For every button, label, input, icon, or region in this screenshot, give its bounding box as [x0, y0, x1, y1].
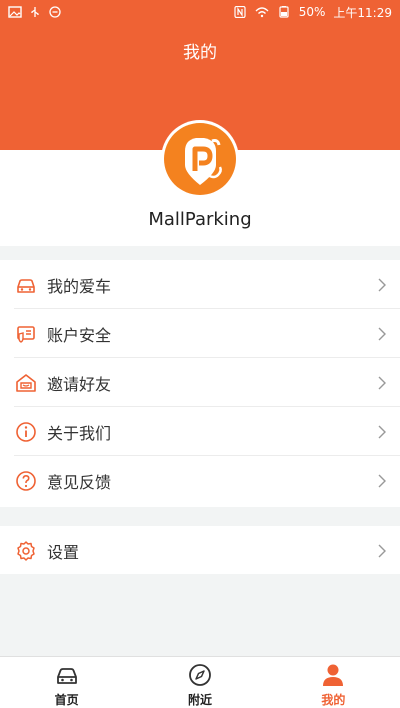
menu-label: 设置: [47, 542, 80, 562]
menu-item-about-us[interactable]: 关于我们: [0, 407, 400, 456]
nav-item-mine[interactable]: 我的: [267, 657, 400, 708]
chevron-right-icon: [378, 278, 386, 291]
nav-item-home[interactable]: 首页: [0, 657, 133, 708]
settings-group: 设置: [0, 526, 400, 574]
menu-label: 账户安全: [47, 325, 112, 345]
status-right: 50% 上午11:29: [233, 4, 392, 21]
status-left: [8, 6, 62, 18]
nfc-icon: [234, 6, 246, 18]
nav-label: 我的: [321, 693, 346, 707]
menu-item-feedback[interactable]: 意见反馈: [0, 456, 400, 505]
menu-label: 邀请好友: [47, 374, 112, 394]
wifi-icon: [255, 7, 269, 18]
clock: 上午11:29: [333, 5, 392, 20]
battery-percent: 50%: [298, 5, 326, 19]
menu-label: 意见反馈: [47, 472, 112, 492]
question-icon: [16, 470, 36, 491]
chevron-right-icon: [378, 425, 386, 438]
page-title: 我的: [183, 43, 217, 63]
gear-icon: [17, 540, 35, 561]
battery-icon: [279, 6, 289, 18]
car-icon: [17, 278, 35, 293]
menu-item-settings[interactable]: 设置: [0, 526, 400, 575]
menu-label: 我的爱车: [47, 276, 112, 296]
avatar[interactable]: [161, 120, 239, 198]
invite-house-icon: [16, 373, 36, 392]
person-icon: [323, 664, 344, 686]
profile-name: MallParking: [148, 209, 252, 230]
chevron-right-icon: [378, 376, 386, 389]
menu-item-account-security[interactable]: 账户安全: [0, 309, 400, 358]
nav-label: 附近: [187, 693, 212, 707]
bottom-nav: 首页 附近 我的: [0, 656, 400, 708]
car-icon: [56, 668, 77, 684]
mallparking-logo-icon: [164, 123, 236, 195]
status-bar: 50% 上午11:29: [0, 0, 400, 24]
usb-icon: [31, 7, 39, 17]
nav-item-nearby[interactable]: 附近: [133, 657, 266, 708]
chevron-right-icon: [378, 474, 386, 487]
minus-circle-icon: [49, 6, 61, 18]
nav-label: 首页: [54, 693, 79, 707]
menu-item-my-car[interactable]: 我的爱车: [0, 260, 400, 309]
menu-label: 关于我们: [47, 423, 112, 443]
shield-card-icon: [17, 325, 35, 343]
info-icon: [16, 421, 36, 442]
menu-item-invite-friends[interactable]: 邀请好友: [0, 358, 400, 407]
image-notification-icon: [8, 6, 22, 18]
chevron-right-icon: [378, 544, 386, 557]
chevron-right-icon: [378, 327, 386, 340]
compass-icon: [189, 664, 211, 686]
menu-list: 我的爱车 账户安全 邀请好友 关于我们 意见反馈: [0, 260, 400, 507]
